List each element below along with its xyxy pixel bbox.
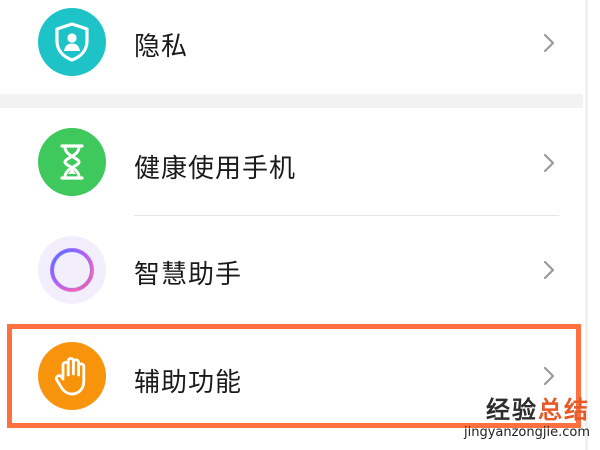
- scrollbar[interactable]: [585, 0, 588, 450]
- section-gap: [0, 94, 583, 108]
- settings-item-privacy[interactable]: 隐私: [0, 0, 583, 94]
- watermark-title: 经验总结: [464, 390, 590, 425]
- chevron-right-icon: [543, 153, 555, 173]
- hourglass-icon: [60, 144, 84, 180]
- settings-item-label: 隐私: [134, 32, 189, 62]
- ring-assistant-icon: [50, 248, 94, 292]
- settings-item-smart-assistant[interactable]: 智慧助手: [0, 216, 583, 324]
- settings-item-label: 智慧助手: [134, 260, 243, 290]
- settings-item-label: 健康使用手机: [134, 154, 297, 184]
- chevron-right-icon: [543, 260, 555, 280]
- watermark: 经验总结 jingyanzongjie.com: [464, 390, 590, 440]
- shield-user-icon: [55, 22, 89, 62]
- settings-item-digital-balance[interactable]: 健康使用手机: [0, 108, 583, 216]
- smart-assistant-icon-bg: [38, 236, 106, 304]
- watermark-title-accent: 总结: [538, 396, 590, 424]
- digital-balance-icon-bg: [38, 128, 106, 196]
- privacy-icon-bg: [38, 8, 106, 76]
- watermark-url: jingyanzongjie.com: [463, 425, 590, 440]
- chevron-right-icon: [543, 33, 555, 53]
- watermark-title-main: 经验: [486, 396, 538, 424]
